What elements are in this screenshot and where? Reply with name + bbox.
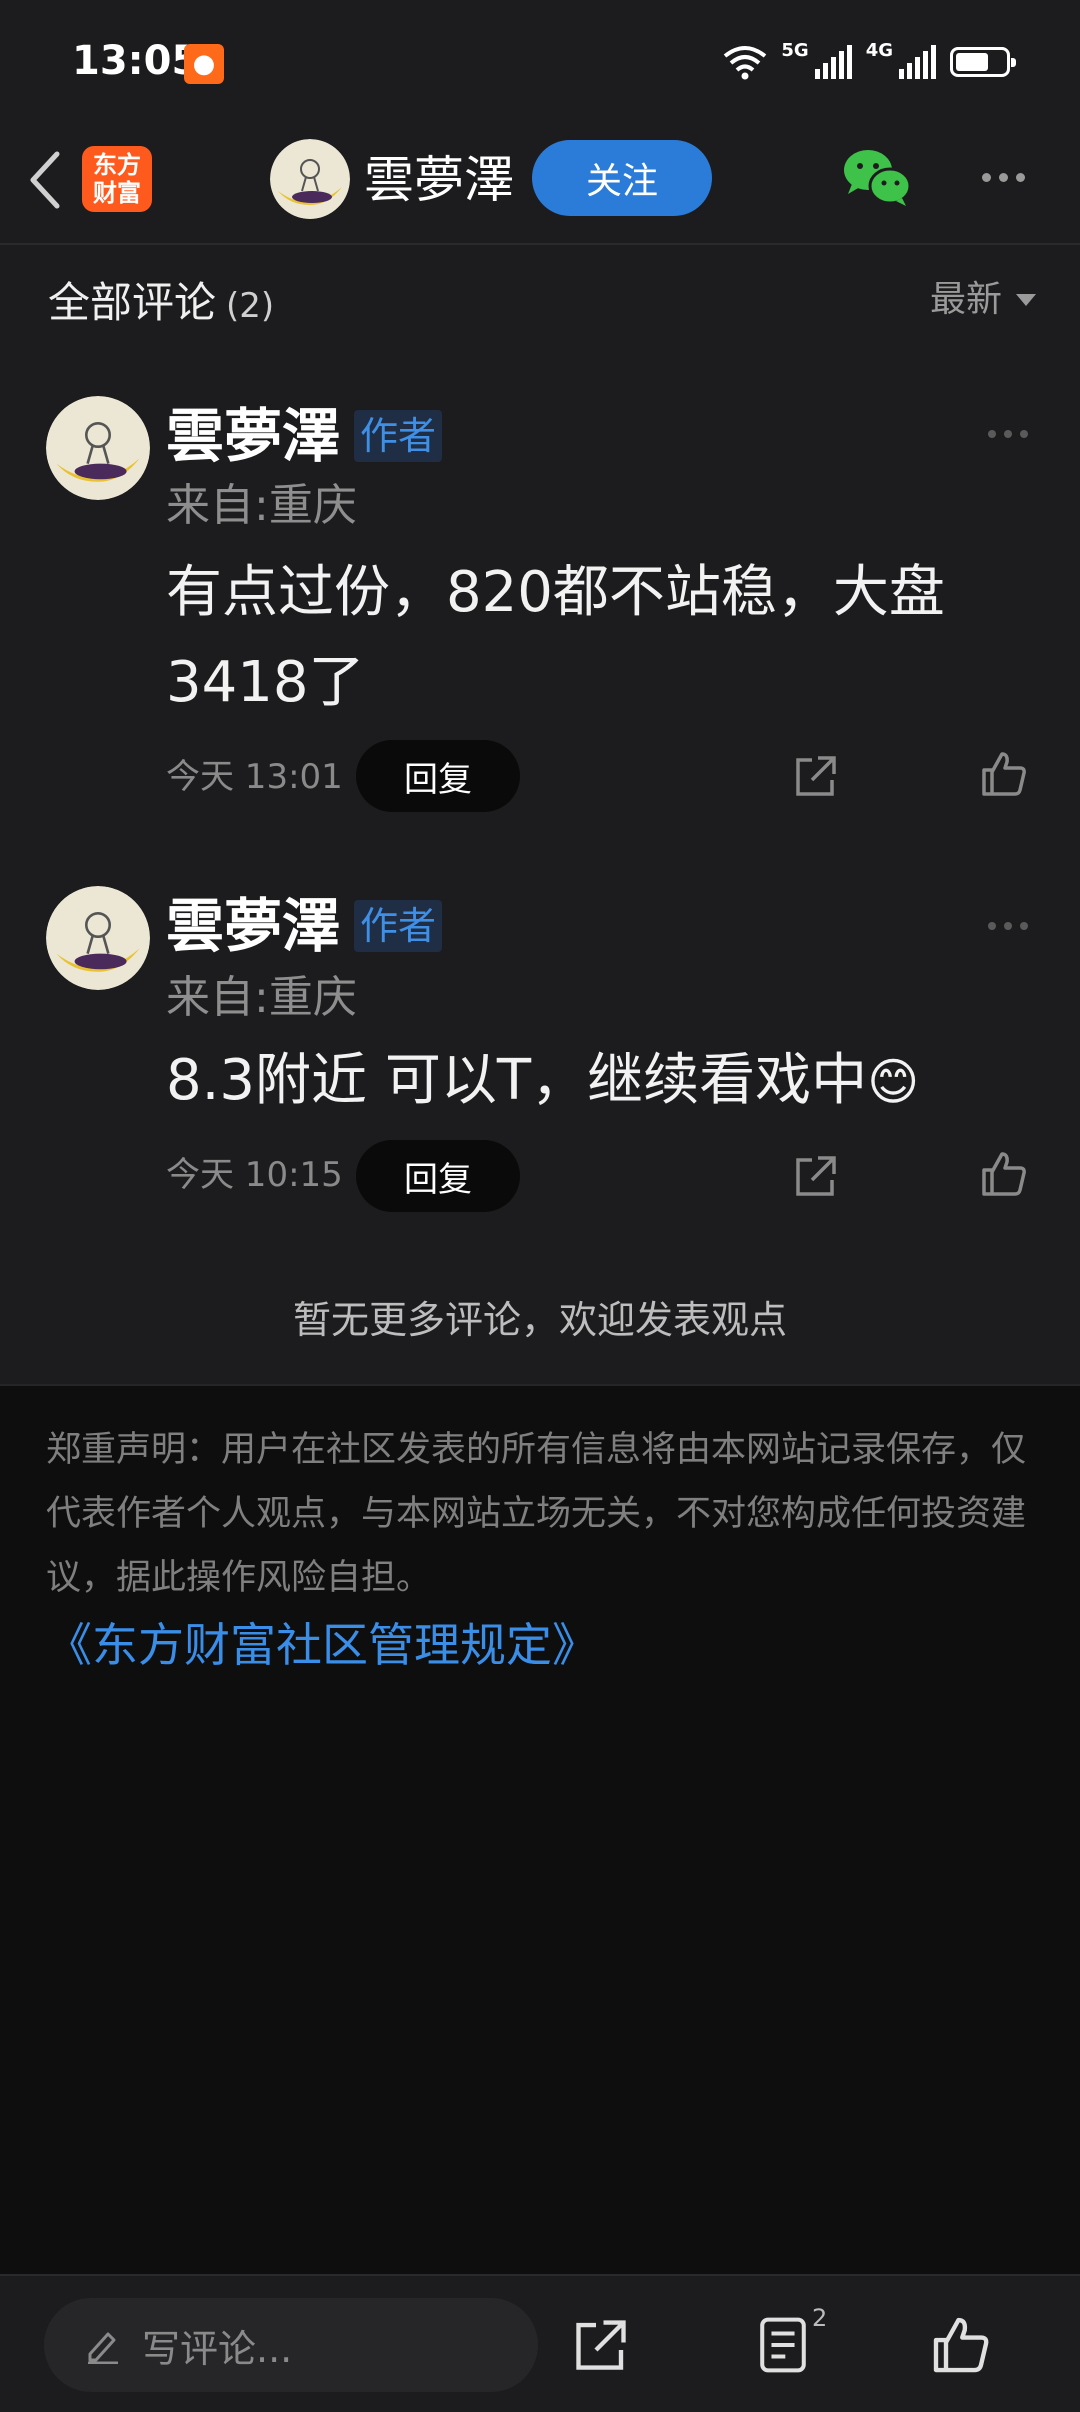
signal-icon-1 [814, 45, 852, 79]
reply-button[interactable]: 回复 [356, 1140, 520, 1212]
network-label-4g: 4G [865, 40, 893, 61]
like-button[interactable] [926, 2310, 996, 2380]
share-comment-button[interactable] [786, 1146, 846, 1206]
thumbs-up-icon [982, 752, 1026, 796]
more-dot-icon [988, 922, 996, 930]
avatar-image [46, 396, 150, 500]
comment-avatar[interactable] [46, 886, 150, 990]
header-user-name[interactable]: 雲夢澤 [364, 145, 514, 215]
share-button[interactable] [566, 2310, 636, 2380]
share-icon [796, 756, 836, 796]
wifi-icon [724, 46, 767, 80]
status-time: 13:05 [72, 38, 200, 84]
caret-down-icon [1016, 294, 1036, 306]
like-comment-button[interactable] [974, 744, 1034, 804]
smile-emoji-icon: 😊 [867, 1053, 920, 1111]
app-logo-line1: 东方 [93, 151, 141, 179]
comment-author-name[interactable]: 雲夢澤 [166, 886, 340, 966]
comment-location: 来自:重庆 [166, 972, 357, 1023]
comment-text-line: 8.3附近 可以T，继续看戏中😊 [166, 1036, 1066, 1127]
comment-time: 今天 10:15 [166, 1155, 343, 1195]
follow-button[interactable]: 关注 [532, 140, 712, 216]
app-logo[interactable]: 东方 财富 [82, 146, 152, 212]
pencil-icon [88, 2332, 118, 2364]
header-avatar[interactable] [270, 139, 350, 219]
comment-avatar[interactable] [46, 396, 150, 500]
sort-dropdown[interactable]: 最新 [930, 270, 1036, 330]
more-dot-icon [988, 430, 996, 438]
comment-author-name[interactable]: 雲夢澤 [166, 396, 340, 476]
more-options-button[interactable] [975, 162, 1031, 192]
share-icon [576, 2320, 626, 2370]
share-icon [796, 1156, 836, 1196]
more-dot-icon [1020, 430, 1028, 438]
wechat-icon [844, 150, 912, 206]
comment-input[interactable]: 写评论... [44, 2298, 538, 2392]
more-dot-icon [1015, 172, 1025, 182]
comment-time: 今天 13:01 [166, 757, 343, 797]
like-comment-button[interactable] [974, 1144, 1034, 1204]
community-rules-link[interactable]: 《东方财富社区管理规定》 [46, 1610, 598, 1680]
more-dot-icon [998, 172, 1008, 182]
disclaimer-text: 郑重声明：用户在社区发表的所有信息将由本网站记录保存，仅代表作者个人观点，与本网… [46, 1430, 1027, 1598]
comment-more-button[interactable] [988, 922, 1028, 930]
comment-location: 来自:重庆 [166, 480, 357, 531]
avatar-image [270, 139, 350, 219]
sort-label: 最新 [929, 279, 1002, 320]
status-icons: 5G 4G [723, 40, 1016, 84]
avatar-image [46, 886, 150, 990]
thumbs-up-icon [933, 2317, 989, 2373]
back-button[interactable] [20, 150, 70, 210]
comment-text: 有点过份，820都不站稳，大盘3418了 [166, 560, 945, 715]
all-comments-label: 全部评论 [48, 278, 217, 327]
thumbs-up-icon [982, 1152, 1026, 1196]
comment-count: (2) [226, 286, 275, 326]
signal-icon-2 [899, 45, 936, 79]
chevron-left-icon [30, 151, 60, 209]
app-notification-icon: ● [184, 44, 224, 84]
wechat-share-button[interactable] [842, 146, 912, 210]
more-dot-icon [1004, 430, 1012, 438]
comment-input-placeholder: 写评论... [142, 2326, 293, 2371]
more-dot-icon [981, 172, 991, 182]
comment-text: 8.3附近 可以T，继续看戏中 [166, 1048, 868, 1113]
share-comment-button[interactable] [786, 746, 846, 806]
no-more-comments-text: 暂无更多评论，欢迎发表观点 [292, 1298, 787, 1342]
more-dot-icon [1004, 922, 1012, 930]
document-list-icon [760, 2317, 806, 2373]
network-label-5g: 5G [781, 40, 809, 61]
author-tag: 作者 [354, 410, 443, 462]
battery-icon [950, 47, 1016, 77]
app-logo-line2: 财富 [93, 179, 141, 207]
comments-list-button[interactable] [748, 2310, 818, 2380]
comment-more-button[interactable] [988, 430, 1028, 438]
all-comments-title: 全部评论 (2) [48, 268, 274, 341]
author-tag: 作者 [354, 900, 443, 952]
more-dot-icon [1020, 922, 1028, 930]
comments-count-badge: 2 [812, 2304, 828, 2332]
reply-button[interactable]: 回复 [356, 740, 520, 812]
